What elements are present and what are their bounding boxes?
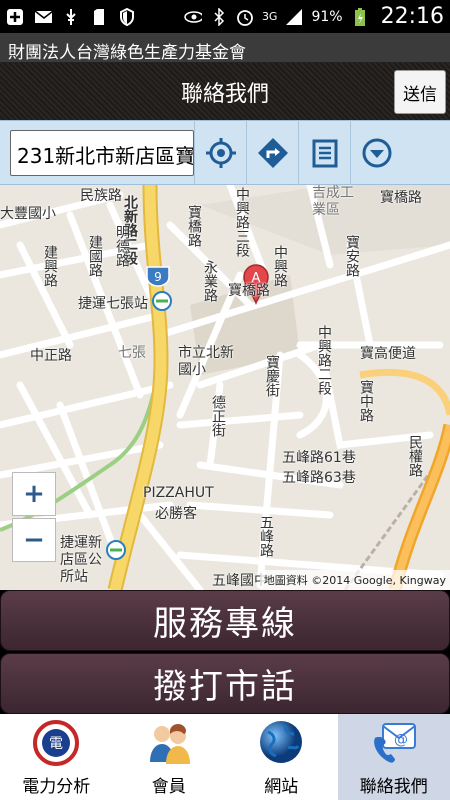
map-view[interactable]: A 9 民族路 大豐國小 北新路二段 明德路 建國路 建興路 捷運七張站 七張 … [0, 185, 450, 590]
map-label: 寶橋路 [186, 205, 202, 247]
map-label: 吉成工業區 [312, 185, 354, 218]
map-label: 寶中路 [358, 380, 374, 422]
map-label: 捷運七張站 [78, 296, 148, 312]
tab-label: 聯絡我們 [359, 777, 428, 797]
metro-station-icon [106, 540, 126, 560]
svg-text:電: 電 [49, 736, 63, 752]
tab-website[interactable]: 網站 [225, 714, 338, 800]
list-icon [312, 139, 337, 167]
map-label: 明德路 [114, 225, 130, 267]
alarm-icon [236, 8, 254, 26]
network-type: 3G [261, 10, 278, 23]
address-toolbar: 231新北市新店區寶橋 [0, 120, 450, 185]
map-label: 民權路 [407, 435, 423, 477]
map-label: 寶安路 [344, 235, 360, 277]
shield-icon [118, 7, 136, 26]
tab-label: 網站 [264, 777, 299, 797]
map-roads [0, 185, 450, 590]
map-label: 寶橋路 [228, 283, 270, 299]
battery-percent: 91% [311, 8, 343, 25]
map-label: 建興路 [42, 245, 58, 287]
metro-station-icon [152, 291, 172, 311]
zoom-out-button[interactable]: − [12, 518, 56, 562]
map-label: 寶高便道 [360, 346, 416, 362]
app-title: 財團法人台灣綠色生產力基金會 [0, 33, 450, 63]
status-bar: 3G 91% 22:16 [0, 0, 450, 33]
globe-icon [260, 721, 303, 763]
dropdown-button[interactable] [350, 120, 402, 185]
sd-card-icon [90, 8, 108, 26]
page-title: 聯絡我們 [180, 81, 269, 107]
map-label: 大豐國小 [0, 206, 56, 222]
power-analysis-icon: 電 [33, 720, 80, 766]
map-label: 必勝客 [155, 506, 197, 522]
route-shield-icon: 9 [146, 266, 170, 287]
dropdown-icon [362, 138, 391, 167]
clock: 22:16 [380, 4, 444, 29]
directions-icon [257, 137, 288, 168]
route-number: 9 [154, 270, 162, 284]
svg-text:@: @ [394, 732, 408, 748]
directions-button[interactable] [246, 120, 298, 185]
send-button[interactable]: 送信 [394, 70, 446, 114]
tab-label: 電力分析 [22, 777, 91, 797]
map-label: 中興路二段 [316, 325, 332, 395]
usb-icon [62, 8, 80, 26]
contact-icon: @ [373, 723, 416, 763]
mail-icon [34, 8, 52, 26]
map-label: 中興路 [272, 245, 288, 287]
map-label: PIZZAHUT [143, 485, 214, 501]
map-label: 七張 [118, 345, 146, 361]
map-copyright: 地圖資料 ©2014 Google, Kingway [259, 570, 450, 590]
add-icon [6, 8, 24, 26]
tab-power-analysis[interactable]: 電 電力分析 [0, 714, 113, 800]
signal-icon [285, 8, 303, 26]
service-line-button[interactable]: 服務專線 [0, 590, 450, 651]
map-label: 五峰路63巷 [282, 470, 356, 486]
page-header: 聯絡我們 送信 [0, 63, 450, 120]
map-label: 永業路 [202, 260, 218, 302]
battery-icon [351, 7, 369, 26]
address-field[interactable]: 231新北市新店區寶橋 [10, 129, 194, 176]
map-label: 中興路三段 [234, 187, 250, 257]
members-icon [149, 724, 190, 764]
call-local-button[interactable]: 撥打市話 [0, 653, 450, 714]
zoom-in-button[interactable]: + [12, 472, 56, 516]
map-label: 寶橋路 [380, 190, 422, 206]
map-label: 民族路 [80, 188, 122, 204]
tab-contact[interactable]: @ 聯絡我們 [337, 714, 450, 800]
list-button[interactable] [298, 120, 350, 185]
map-label: 五峰路61巷 [282, 450, 356, 466]
map-label: 中正路 [30, 348, 72, 364]
map-label: 捷運新店區公所站 [60, 535, 102, 585]
locate-icon [205, 137, 236, 168]
map-label: 德正街 [210, 395, 226, 437]
bottom-tab-bar: 電 電力分析 會員 網站 @ 聯絡我們 [0, 714, 450, 800]
bluetooth-icon [210, 7, 228, 26]
locate-button[interactable] [194, 120, 246, 185]
map-label: 五峰路 [258, 515, 274, 557]
map-label: 建國路 [87, 235, 103, 277]
map-label: 市立北新國小 [178, 345, 234, 378]
tab-label: 會員 [151, 777, 186, 797]
tab-members[interactable]: 會員 [113, 714, 226, 800]
map-label: 寶慶街 [264, 355, 280, 397]
eye-icon [184, 8, 202, 26]
